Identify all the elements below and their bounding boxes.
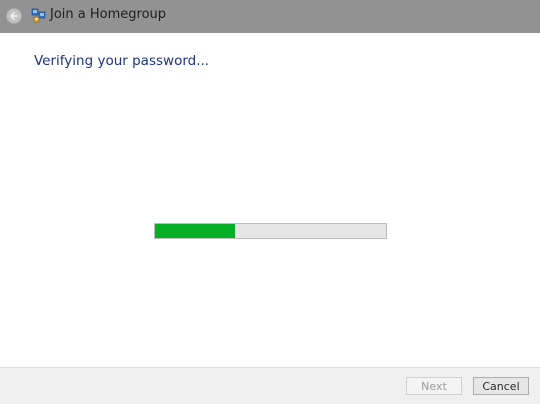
progress-fill: [155, 224, 235, 238]
title-bar: Join a Homegroup: [0, 0, 540, 33]
homegroup-dialog: Join a Homegroup Verifying your password…: [0, 0, 540, 404]
window-title: Join a Homegroup: [50, 7, 167, 22]
cancel-button[interactable]: Cancel: [473, 377, 529, 395]
next-button[interactable]: Next: [406, 377, 462, 395]
back-arrow-icon: [10, 12, 18, 20]
homegroup-icon: [31, 8, 46, 23]
progress-bar: [154, 223, 387, 239]
button-bar: Next Cancel: [0, 367, 540, 404]
status-heading: Verifying your password...: [34, 53, 210, 69]
content-area: Verifying your password...: [0, 33, 540, 367]
back-button[interactable]: [6, 8, 22, 24]
